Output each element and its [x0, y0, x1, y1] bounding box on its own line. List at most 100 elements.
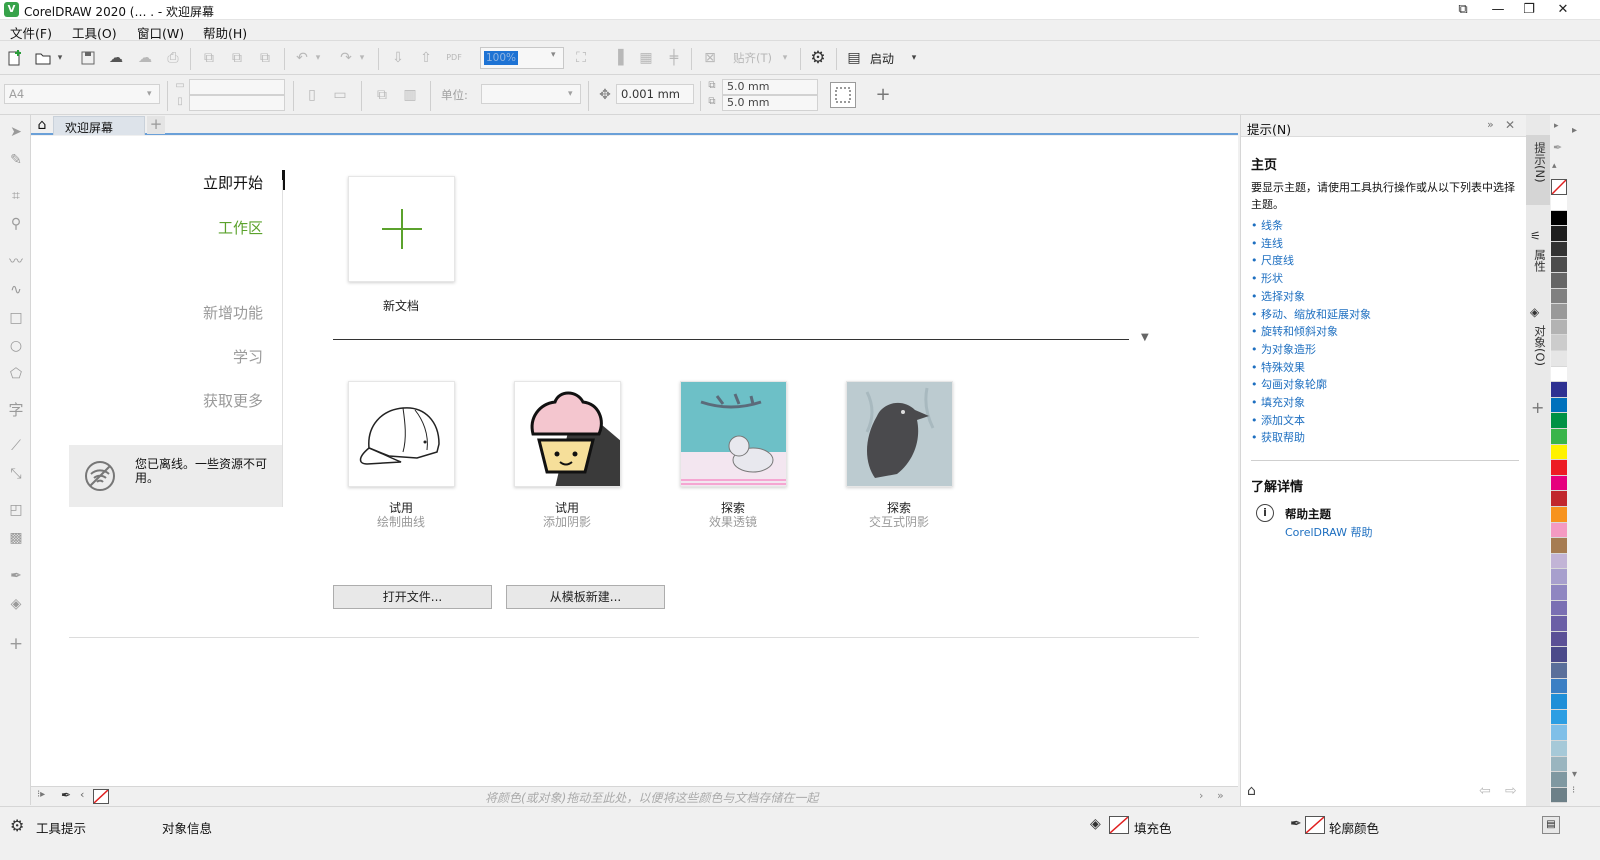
palette-color-swatch[interactable] [1551, 429, 1567, 445]
palette-scroll-up-icon[interactable]: ▸ [1554, 121, 1559, 131]
palette-color-swatch[interactable] [1551, 694, 1567, 710]
tab-properties[interactable]: 属性 [1528, 249, 1548, 272]
rectangle-tool-icon[interactable]: □ [7, 309, 25, 327]
hint-link-item[interactable]: • 移动、缩放和延展对象 [1251, 306, 1371, 322]
palette-color-swatch[interactable] [1551, 600, 1567, 617]
redo-icon[interactable]: ↷ [337, 49, 355, 67]
paste-icon[interactable]: ⧉ [256, 49, 274, 67]
palette-color-swatch[interactable] [1551, 787, 1567, 804]
tab-objects[interactable]: 对象(O) [1528, 325, 1548, 366]
text-tool-icon[interactable]: 字 [7, 401, 25, 419]
menu-file[interactable]: 文件(F) [10, 23, 52, 42]
hint-link-item[interactable]: • 为对象造形 [1251, 341, 1316, 357]
redo-dropdown-icon[interactable]: ▾ [357, 49, 367, 67]
palette-color-swatch[interactable] [1551, 351, 1567, 367]
palette-color-swatch[interactable] [1551, 444, 1567, 461]
shape-tool-icon[interactable]: ✎ [7, 151, 25, 169]
pick-tool-icon[interactable]: ➤ [7, 123, 25, 141]
page-size-dropdown-icon[interactable]: ▾ [147, 85, 152, 103]
zoom-tool-icon[interactable]: ⚲ [7, 215, 25, 233]
zoom-dropdown-icon[interactable]: ▾ [551, 50, 556, 60]
palette-end-icon[interactable]: » [1217, 789, 1224, 802]
palette-no-color-swatch[interactable] [1551, 179, 1567, 195]
palette-color-swatch[interactable] [1551, 538, 1567, 554]
undo-dropdown-icon[interactable]: ▾ [313, 49, 323, 67]
import-icon[interactable]: ⇩ [389, 49, 407, 67]
eyedropper-tool-icon[interactable]: ✒ [7, 567, 25, 585]
palette-expand-icon[interactable]: ⁝ [1572, 785, 1575, 796]
transparency-tool-icon[interactable]: ▩ [7, 529, 25, 547]
tab-welcome-screen[interactable]: 欢迎屏幕 [53, 116, 145, 135]
units-dropdown-icon[interactable]: ▾ [568, 85, 573, 103]
nudge-distance-input[interactable]: 0.001 mm [616, 84, 694, 104]
all-pages-icon[interactable]: ⧉ [373, 86, 391, 104]
crop-tool-icon[interactable]: ⌗ [7, 187, 25, 205]
snap-off-icon[interactable]: ⊠ [701, 49, 719, 67]
zoom-level-combobox[interactable]: 100% ▾ [480, 47, 564, 69]
page-size-select[interactable]: A4 ▾ [4, 84, 160, 104]
undo-icon[interactable]: ↶ [293, 49, 311, 67]
polygon-tool-icon[interactable]: ⬠ [7, 365, 25, 383]
freehand-tool-icon[interactable]: 〰 [7, 253, 25, 271]
open-dropdown-icon[interactable]: ▾ [55, 49, 65, 67]
palette-color-swatch[interactable] [1551, 741, 1567, 757]
nav-workspace[interactable]: 工作区 [161, 217, 263, 238]
snap-dropdown-icon[interactable]: ▾ [780, 49, 790, 67]
menu-tools[interactable]: 工具(O) [72, 23, 117, 42]
hint-link-item[interactable]: • 特殊效果 [1251, 359, 1305, 375]
palette-color-swatch[interactable] [1551, 522, 1567, 539]
home-icon[interactable]: ⌂ [33, 116, 51, 134]
palette-color-swatch[interactable] [1551, 491, 1567, 507]
outline-color-swatch[interactable] [1305, 816, 1325, 834]
collapse-chevron-icon[interactable]: ▼ [1141, 332, 1149, 343]
save-icon[interactable] [79, 49, 97, 67]
palette-next-icon[interactable]: › [1199, 789, 1203, 802]
palette-color-swatch[interactable] [1551, 585, 1567, 601]
nav-get-more[interactable]: 获取更多 [161, 390, 263, 411]
palette-color-swatch[interactable] [1551, 678, 1567, 695]
palette-color-swatch[interactable] [1551, 335, 1567, 351]
duplicate-y-input[interactable]: 5.0 mm [722, 95, 818, 111]
hint-link-item[interactable]: • 尺度线 [1251, 252, 1294, 268]
outline-pen-icon[interactable]: ✒ [1290, 816, 1302, 832]
connector-tool-icon[interactable]: ⤡ [7, 465, 25, 483]
tab-hints[interactable]: 提示(N) [1528, 142, 1548, 183]
palette-up-icon[interactable]: ▴ [1552, 161, 1557, 171]
hints-forward-icon[interactable]: ⇨ [1505, 783, 1517, 799]
customize-toolbox-icon[interactable]: + [7, 635, 25, 653]
palette-color-swatch[interactable] [1551, 273, 1567, 289]
export-pdf-icon[interactable]: PDF [445, 49, 463, 67]
palette-color-swatch[interactable] [1551, 366, 1567, 383]
open-file-button[interactable]: 打开文件... [333, 585, 492, 609]
palette-color-swatch[interactable] [1551, 616, 1567, 632]
palette-color-swatch[interactable] [1551, 288, 1567, 305]
snap-to-label[interactable]: 贴齐(T) [733, 50, 772, 66]
new-document-card[interactable] [348, 176, 455, 282]
palette-color-swatch[interactable] [1551, 663, 1567, 679]
palette-color-swatch[interactable] [1551, 257, 1567, 273]
palette-color-swatch[interactable] [1551, 397, 1567, 414]
palette-eyedropper-icon[interactable]: ✒ [61, 788, 71, 802]
card-lens-effects[interactable] [680, 381, 787, 487]
palette-scroll-down-icon[interactable]: ▾ [1572, 769, 1577, 780]
new-from-template-button[interactable]: 从模板新建... [506, 585, 665, 609]
palette-color-swatch[interactable] [1551, 631, 1567, 648]
restore-layout-icon[interactable]: ⧉ [1446, 0, 1480, 20]
palette-color-swatch[interactable] [1551, 772, 1567, 788]
hint-link-item[interactable]: • 勾画对象轮廓 [1251, 376, 1327, 392]
cut-icon[interactable]: ⧉ [200, 49, 218, 67]
palette-color-swatch[interactable] [1551, 756, 1567, 773]
units-select[interactable]: ▾ [481, 84, 581, 104]
status-gear-icon[interactable]: ⚙ [10, 816, 24, 835]
cloud-upload-icon[interactable]: ☁ [107, 49, 125, 67]
export-icon[interactable]: ⇧ [417, 49, 435, 67]
new-tab-icon[interactable]: + [147, 116, 165, 134]
hints-close-icon[interactable]: ✕ [1505, 118, 1515, 132]
palette-color-swatch[interactable] [1551, 304, 1567, 320]
maximize-button[interactable]: ❐ [1512, 0, 1546, 20]
show-grid-icon[interactable]: ▦ [637, 49, 655, 67]
coreldraw-help-link[interactable]: CorelDRAW 帮助 [1285, 524, 1372, 540]
launch-label[interactable]: 启动 [870, 50, 894, 67]
launch-icon[interactable]: ▤ [845, 49, 863, 67]
open-folder-icon[interactable] [34, 49, 52, 67]
